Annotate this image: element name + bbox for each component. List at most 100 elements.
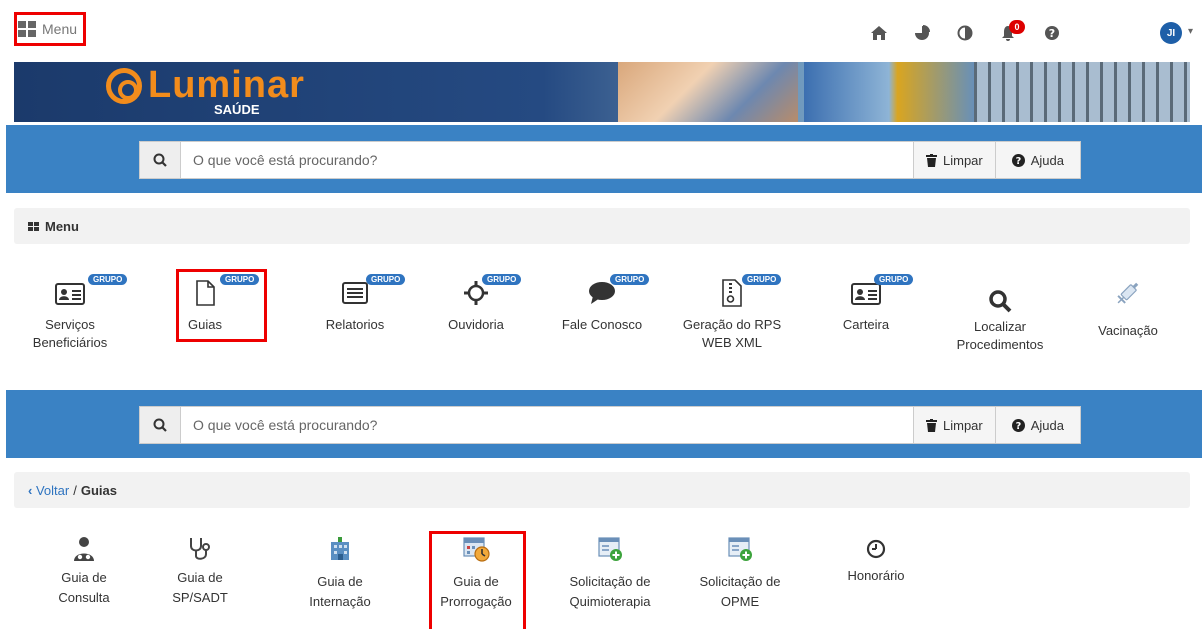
menu-title: Menu (45, 218, 79, 234)
guia-sp-sadt[interactable]: Guia de SP/SADT (150, 532, 250, 608)
guia-label: Guia de Consulta (58, 570, 110, 605)
home-icon[interactable] (868, 22, 890, 44)
trash-icon (926, 153, 937, 167)
solicitacao-quimioterapia[interactable]: Solicitação de Quimioterapia (560, 532, 660, 612)
guia-label: Guia de Internação (309, 574, 371, 609)
contrast-icon[interactable] (954, 22, 976, 44)
group-badge: GRUPO (88, 274, 128, 285)
svg-text:?: ? (1015, 156, 1021, 167)
search-band-bottom: Limpar ? Ajuda (6, 390, 1202, 458)
zip-file-icon (722, 279, 742, 307)
trash-icon (926, 418, 937, 432)
menu-header: Menu (14, 208, 1190, 244)
search-bar: Limpar ? Ajuda (139, 406, 1081, 444)
menu-toggle-button[interactable]: Menu (14, 12, 86, 46)
highlight-guias (176, 269, 267, 342)
menu-item-relatorios[interactable]: GRUPO Relatorios (300, 274, 410, 334)
guia-internacao[interactable]: Guia de Internação (290, 532, 390, 612)
brand-subtitle: SAÚDE (214, 102, 260, 117)
notification-badge: 0 (1009, 20, 1025, 34)
svg-text:?: ? (1049, 27, 1055, 40)
brand-logo: Luminar (106, 64, 305, 107)
pie-chart-icon[interactable] (911, 22, 933, 44)
menu-item-label: Vacinação (1098, 323, 1158, 338)
search-bar: Limpar ? Ajuda (139, 141, 1081, 179)
menu-item-label: Serviços Beneficiários (32, 317, 108, 350)
back-label: Voltar (35, 482, 70, 498)
chevron-left-icon: ‹ (28, 482, 33, 498)
help-icon[interactable]: ? (1041, 22, 1063, 44)
svg-text:?: ? (1015, 421, 1021, 432)
clear-button[interactable]: Limpar (913, 142, 995, 178)
breadcrumb: ‹ Voltar / Guias (14, 472, 1190, 508)
honorario[interactable]: Honorário (826, 532, 926, 586)
menu-item-geracao-rps[interactable]: GRUPO Geração do RPS WEB XML (676, 274, 788, 352)
breadcrumb-current: Guias (80, 482, 117, 498)
banner-photo-family (618, 62, 798, 122)
search-band-top: Limpar ? Ajuda (6, 125, 1202, 193)
menu-item-label: Fale Conosco (561, 317, 643, 332)
breadcrumb-separator: / (73, 482, 77, 498)
help-button[interactable]: ? Ajuda (994, 407, 1080, 443)
banner-photo-worker (804, 62, 974, 122)
back-link[interactable]: ‹ Voltar (28, 483, 69, 498)
group-badge: GRUPO (366, 274, 406, 285)
menu-item-vacinacao[interactable]: Vacinação (1080, 276, 1176, 340)
hospital-icon (331, 537, 349, 560)
guia-label: Honorário (847, 568, 905, 583)
menu-item-label: Geração do RPS WEB XML (682, 317, 782, 350)
clear-button[interactable]: Limpar (913, 407, 995, 443)
top-bar: Menu 0 ? JI ▾ (0, 0, 1202, 62)
guia-label: Solicitação de OPME (699, 574, 781, 609)
clock-icon (866, 539, 886, 559)
doctor-icon (74, 537, 94, 561)
menu-item-label: Ouvidoria (448, 317, 504, 332)
id-card-icon (55, 283, 85, 305)
banner-photo-substation (974, 62, 1190, 122)
group-badge: GRUPO (874, 274, 914, 285)
search-input[interactable] (181, 142, 913, 178)
menu-item-carteira[interactable]: GRUPO Carteira (816, 274, 916, 334)
search-icon[interactable] (140, 407, 181, 443)
menu-item-fale-conosco[interactable]: GRUPO Fale Conosco (552, 274, 652, 334)
search-input[interactable] (181, 407, 913, 443)
brand-banner: Luminar SAÚDE (14, 62, 1190, 122)
clear-label: Limpar (943, 417, 983, 433)
chat-bubble-icon (589, 282, 615, 304)
clear-label: Limpar (943, 152, 983, 168)
group-badge: GRUPO (742, 274, 782, 285)
menu-item-ouvidoria[interactable]: GRUPO Ouvidoria (426, 274, 526, 334)
menu-item-label: Carteira (842, 317, 890, 332)
syringe-icon (1117, 282, 1139, 304)
form-add-icon (728, 537, 752, 561)
logo-swirl-icon (106, 67, 142, 104)
list-icon (342, 282, 368, 304)
search-icon[interactable] (140, 142, 181, 178)
guia-consulta[interactable]: Guia de Consulta (34, 532, 134, 608)
help-label: Ajuda (1030, 417, 1064, 433)
highlight-prorrogacao (429, 531, 526, 629)
guia-label: Guia de SP/SADT (172, 570, 228, 605)
question-circle-icon: ? (1011, 153, 1025, 167)
guia-label: Solicitação de Quimioterapia (569, 574, 651, 609)
help-button[interactable]: ? Ajuda (994, 142, 1080, 178)
menu-item-label: Localizar Procedimentos (956, 319, 1044, 352)
menu-item-servicos-beneficiarios[interactable]: GRUPO Serviços Beneficiários (20, 274, 128, 352)
chevron-down-icon[interactable]: ▾ (1188, 26, 1193, 37)
bell-icon[interactable]: 0 (997, 20, 1025, 44)
menu-item-localizar-procedimentos[interactable]: Localizar Procedimentos (936, 276, 1064, 354)
help-label: Ajuda (1030, 152, 1064, 168)
group-badge: GRUPO (482, 274, 522, 285)
avatar[interactable]: JI (1160, 22, 1182, 44)
menu-item-label: Relatorios (325, 317, 385, 332)
search-icon (989, 290, 1012, 313)
solicitacao-opme[interactable]: Solicitação de OPME (690, 532, 790, 612)
grid-icon (18, 21, 36, 37)
menu-toggle-label: Menu (42, 21, 78, 37)
grid-icon (28, 221, 39, 231)
group-badge: GRUPO (610, 274, 650, 285)
stethoscope-icon (190, 538, 210, 560)
form-add-icon (598, 537, 622, 561)
question-circle-icon: ? (1011, 418, 1025, 432)
brand-name: Luminar (148, 64, 305, 106)
